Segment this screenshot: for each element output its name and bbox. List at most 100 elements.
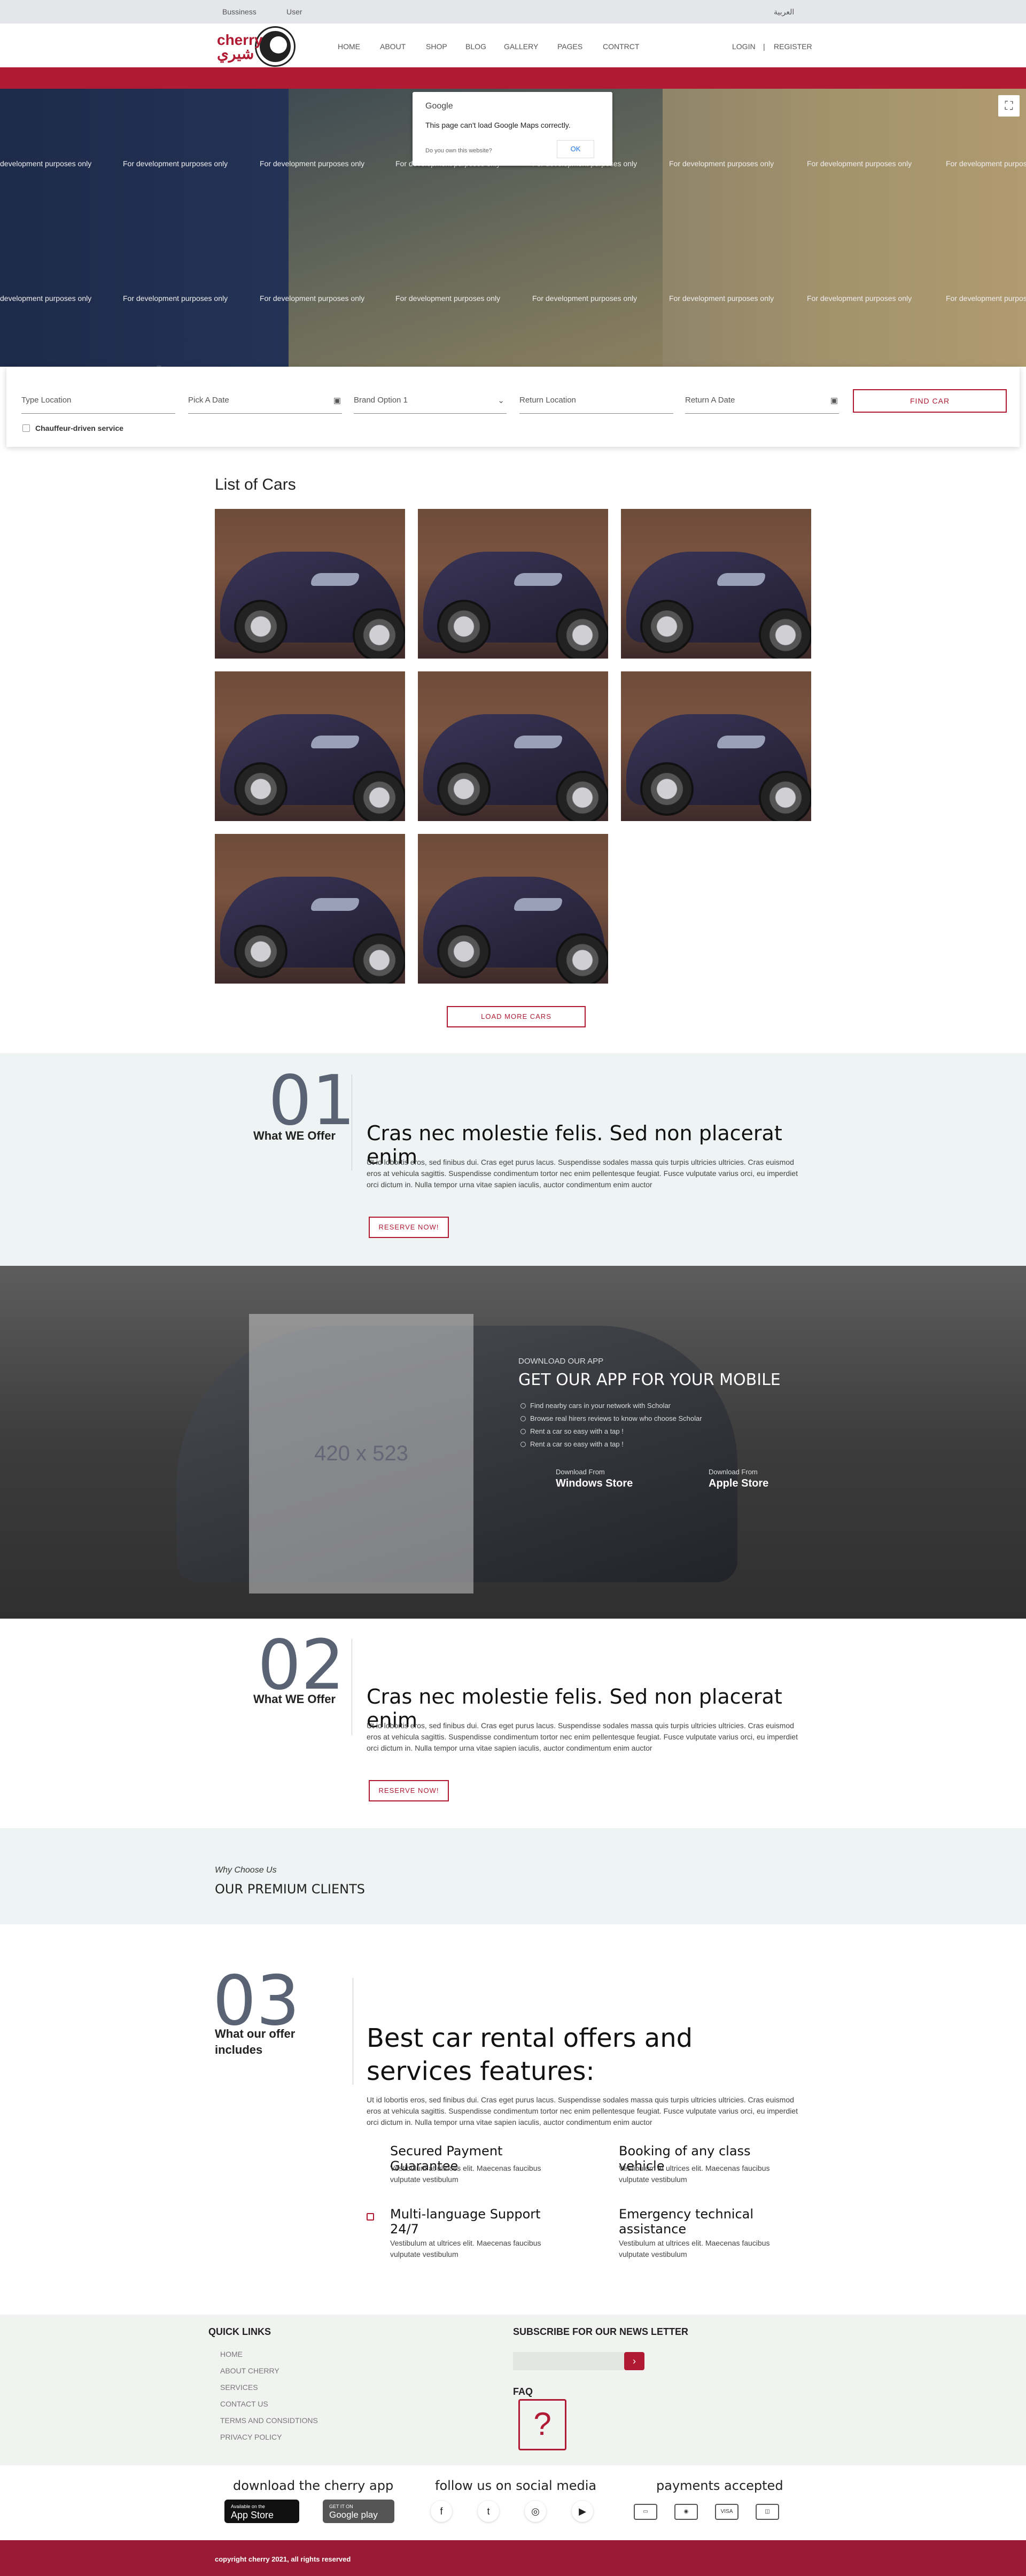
car-card[interactable] — [215, 834, 405, 984]
main-header: HOME ABOUT SHOP BLOG GALLERY PAGES CONTR… — [0, 24, 1026, 67]
car-headlight — [311, 573, 359, 586]
nav-pages[interactable]: PAGES — [557, 42, 582, 51]
apple-store-link[interactable]: Apple Store — [709, 1477, 768, 1490]
offer-1-body: Ut id lobortis eros, sed finibus dui. Cr… — [367, 1158, 798, 1189]
newsletter-email-input[interactable] — [513, 2352, 624, 2370]
check-circle-icon — [520, 1429, 526, 1434]
car-card[interactable] — [621, 671, 811, 821]
car-headlight — [717, 573, 765, 586]
facebook-icon[interactable]: f — [431, 2501, 452, 2522]
windows-store-link[interactable]: Windows Store — [556, 1477, 633, 1490]
nav-home[interactable]: HOME — [338, 42, 360, 51]
feature-text: Vestibulum at ultrices elit. Maecenas fa… — [390, 2164, 541, 2184]
map-watermark-text: For development purposes only — [946, 159, 1026, 168]
car-wheel — [759, 608, 811, 659]
chevron-down-icon: ⌄ — [498, 396, 504, 405]
brand-label: Brand — [354, 396, 376, 405]
clients-section — [0, 1828, 1026, 1924]
feature-title: Multi-language Support 24/7 — [390, 2207, 541, 2237]
social-title: follow us on social media — [435, 2478, 597, 2493]
car-wheel — [556, 771, 608, 821]
type-location-field[interactable]: Type Location — [21, 390, 175, 414]
nav-gallery[interactable]: GALLERY — [504, 42, 538, 51]
feature-text: Vestibulum at ultrices elit. Maecenas fa… — [619, 2239, 770, 2258]
nav-separator: | — [763, 42, 765, 51]
map-watermark-text: For development purposes only — [260, 159, 365, 168]
chauffeur-label: Chauffeur-driven service — [35, 424, 123, 432]
quick-links-title: QUICK LINKS — [208, 2326, 271, 2337]
nav-shop[interactable]: SHOP — [426, 42, 447, 51]
offer-2-body: Ut id lobortis eros, sed finibus dui. Cr… — [367, 1721, 798, 1752]
calendar-icon[interactable]: ▣ — [333, 396, 341, 405]
type-location-placeholder: Type Location — [21, 396, 72, 405]
car-card[interactable] — [418, 509, 608, 659]
car-card[interactable] — [215, 671, 405, 821]
find-car-button[interactable]: FIND CAR — [853, 389, 1007, 413]
map-watermark-text: For development purposes only — [669, 159, 774, 168]
car-headlight — [311, 736, 359, 748]
load-more-button[interactable]: LOAD MORE CARS — [447, 1006, 586, 1027]
footer-link[interactable]: PRIVACY POLICY — [220, 2433, 282, 2441]
faq-icon[interactable]: ? — [518, 2399, 566, 2450]
car-card[interactable] — [418, 671, 608, 821]
offer-2-number: 02 — [258, 1626, 345, 1705]
footer-link[interactable]: SERVICES — [220, 2383, 258, 2392]
reserve-now-button[interactable]: RESERVE NOW! — [369, 1217, 449, 1238]
newsletter-title: SUBSCRIBE FOR OUR NEWS LETTER — [513, 2326, 689, 2337]
car-wheel — [640, 762, 694, 816]
windows-store-label: Download From — [556, 1468, 605, 1476]
car-wheel — [234, 925, 287, 978]
footer-link[interactable]: TERMS AND CONSIDTIONS — [220, 2416, 318, 2425]
offer-3-heading: Best car rental offers and services feat… — [367, 2023, 693, 2086]
logo[interactable]: cherry شيري — [217, 33, 263, 61]
app-store-badge[interactable]: Available on the App Store — [224, 2500, 299, 2523]
instagram-icon[interactable]: ◎ — [525, 2501, 546, 2522]
calendar-icon[interactable]: ▣ — [830, 396, 838, 405]
car-wheel — [437, 762, 491, 816]
nav-blog[interactable]: BLOG — [465, 42, 486, 51]
check-circle-icon — [520, 1403, 526, 1409]
car-card[interactable] — [215, 509, 405, 659]
footer-link[interactable]: HOME — [220, 2350, 243, 2358]
app-eyebrow: DOWNLOAD OUR APP — [518, 1357, 604, 1366]
cars-section-title: List of Cars — [215, 476, 296, 493]
youtube-icon[interactable]: ▶ — [572, 2501, 593, 2522]
chauffeur-checkbox[interactable] — [22, 424, 30, 432]
footer-link[interactable]: CONTACT US — [220, 2400, 268, 2408]
car-wheel — [353, 771, 405, 821]
fullscreen-icon[interactable]: ⛶ — [998, 95, 1020, 117]
newsletter-submit-button[interactable]: › — [624, 2352, 644, 2370]
login-link[interactable]: LOGIN — [732, 42, 756, 51]
car-wheel — [437, 600, 491, 653]
offer-1-label: What WE Offer — [253, 1129, 336, 1142]
google-maps-error-dialog: Google This page can't load Google Maps … — [413, 92, 612, 166]
offer-3-number: 03 — [213, 1961, 300, 2041]
nav-contact[interactable]: CONTRCT — [603, 42, 639, 51]
language-switch[interactable]: العربية — [774, 7, 794, 17]
visa-icon: VISA — [715, 2504, 739, 2520]
app-image-placeholder: 420 x 523 — [249, 1314, 473, 1593]
faq-title: FAQ — [513, 2386, 533, 2397]
car-card[interactable] — [418, 834, 608, 984]
footer-link[interactable]: ABOUT CHERRY — [220, 2366, 279, 2375]
clients-eyebrow: Why Choose Us — [215, 1866, 277, 1875]
nav-about[interactable]: ABOUT — [380, 42, 406, 51]
return-date-field[interactable]: Return A Date ▣ — [685, 390, 839, 414]
return-location-field[interactable]: Return Location — [519, 390, 673, 414]
top-link-business[interactable]: Bussiness — [222, 7, 256, 16]
brand-select[interactable]: Brand Option 1 ⌄ — [354, 390, 507, 414]
map-watermark-text: For development purposes only — [395, 294, 501, 303]
dialog-ok-button[interactable]: OK — [557, 140, 594, 158]
register-link[interactable]: REGISTER — [774, 42, 812, 51]
reserve-now-button[interactable]: RESERVE NOW! — [369, 1780, 449, 1801]
top-link-user[interactable]: User — [286, 7, 302, 16]
payments-title: payments accepted — [656, 2478, 783, 2493]
pick-date-field[interactable]: Pick A Date ▣ — [188, 390, 342, 414]
car-headlight — [311, 898, 359, 911]
google-play-badge-label: Google play — [329, 2510, 378, 2520]
google-play-badge[interactable]: GET IT ON Google play — [323, 2500, 394, 2523]
card-icon: ▭ — [634, 2504, 657, 2520]
twitter-icon[interactable]: t — [478, 2501, 499, 2522]
car-card[interactable] — [621, 509, 811, 659]
logo-mark-inner — [270, 36, 287, 53]
